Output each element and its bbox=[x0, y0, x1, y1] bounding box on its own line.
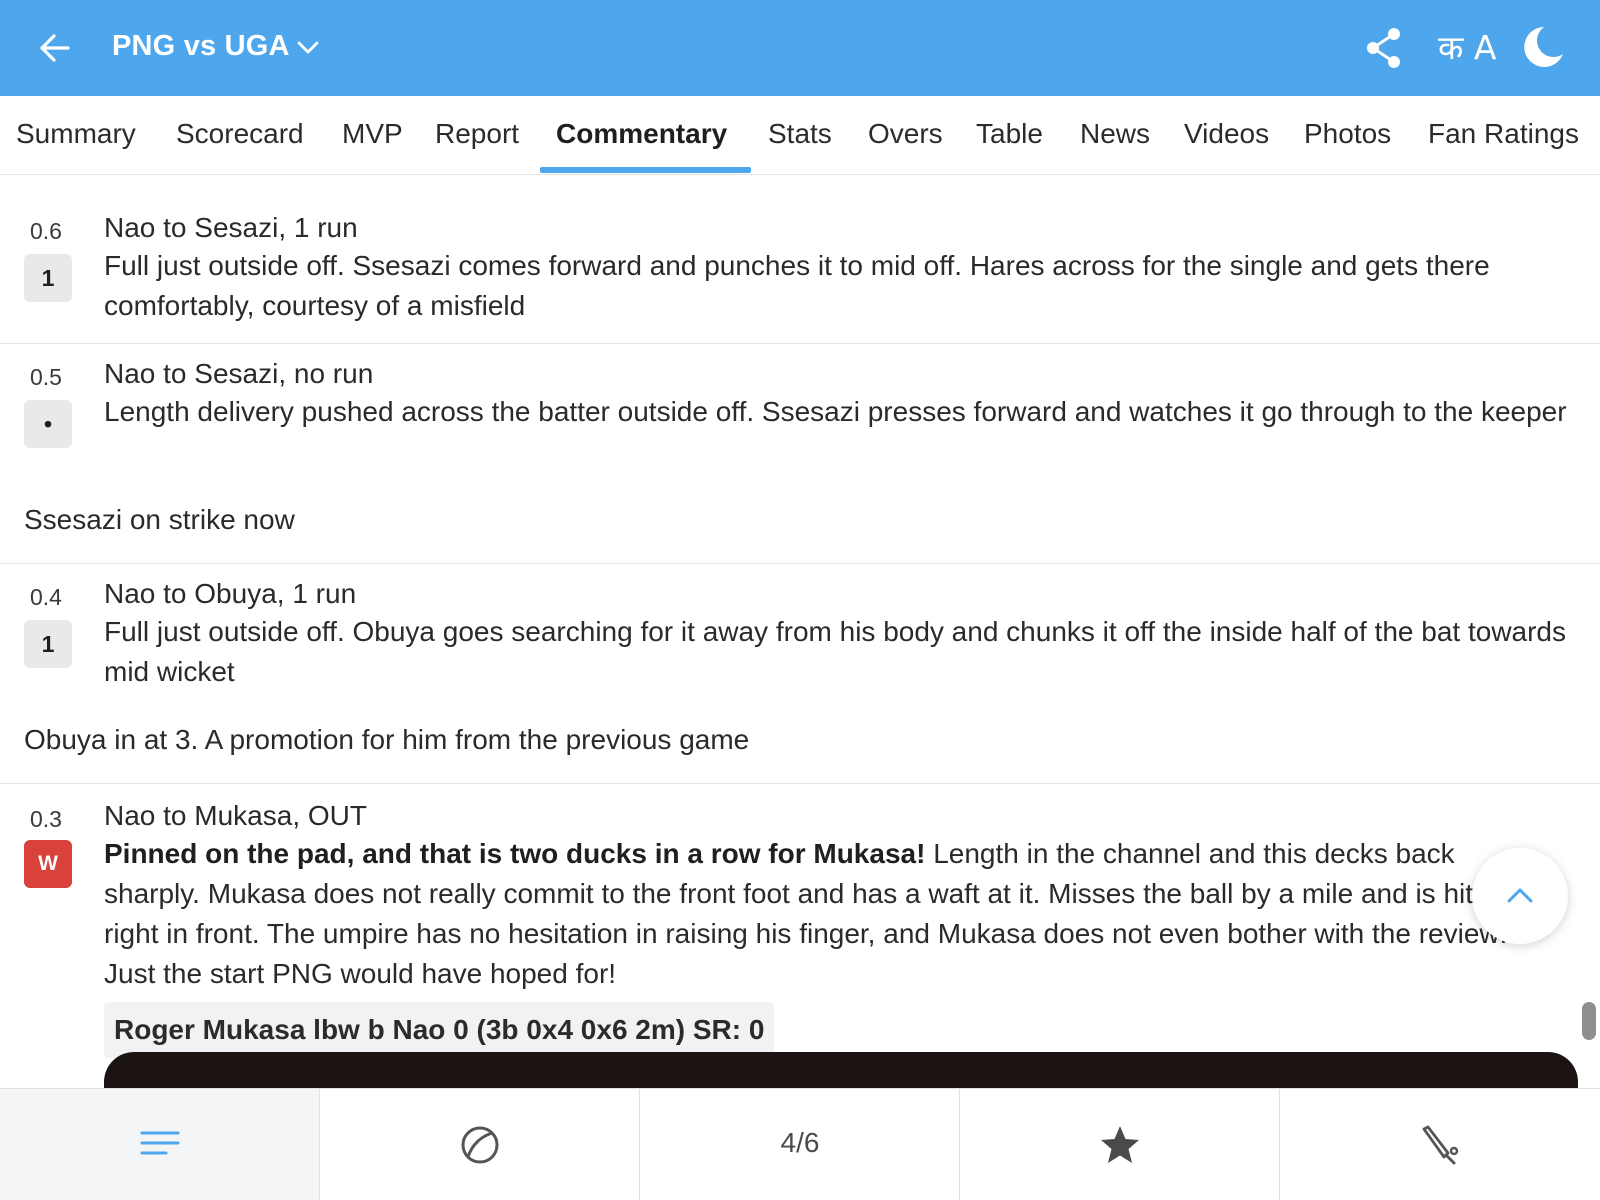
tab-videos[interactable]: Videos bbox=[1184, 96, 1269, 175]
tab-news[interactable]: News bbox=[1080, 96, 1150, 175]
over-number: 0.4 bbox=[30, 584, 62, 610]
share-icon[interactable] bbox=[1364, 26, 1404, 70]
match-tabs: Summary Scorecard MVP Report Commentary … bbox=[0, 96, 1600, 175]
moon-icon[interactable] bbox=[1520, 24, 1566, 70]
tab-fan-ratings[interactable]: Fan Ratings bbox=[1428, 96, 1579, 175]
scrollbar-thumb[interactable] bbox=[1582, 1002, 1596, 1040]
star-icon bbox=[1101, 1126, 1139, 1163]
back-arrow-icon[interactable] bbox=[34, 28, 74, 68]
chevron-up-icon bbox=[1507, 888, 1533, 903]
commentary-item: 0.6 1 Nao to Sesazi, 1 run Full just out… bbox=[0, 176, 1600, 344]
commentary-item: 0.3 W Nao to Mukasa, OUT Pinned on the p… bbox=[0, 784, 1600, 1088]
tab-photos[interactable]: Photos bbox=[1304, 96, 1391, 175]
bottom-nav: 4/6 bbox=[0, 1088, 1600, 1200]
app-bar: PNG vs UGA क A bbox=[0, 0, 1600, 96]
commentary-item: 0.4 1 Nao to Obuya, 1 run Full just outs… bbox=[0, 564, 1600, 784]
wicket-badge: W bbox=[24, 840, 72, 888]
pager-label: 4/6 bbox=[780, 1127, 820, 1158]
ball-headline: Nao to Obuya, 1 run bbox=[104, 578, 357, 609]
ball-result-badge: • bbox=[24, 400, 72, 448]
language-icon[interactable]: क A bbox=[1438, 28, 1496, 68]
key-moments-button[interactable] bbox=[960, 1089, 1280, 1200]
scroll-top-button[interactable] bbox=[1472, 848, 1568, 944]
tab-stats[interactable]: Stats bbox=[768, 96, 832, 175]
ball-result-badge: 1 bbox=[24, 620, 72, 668]
over-number: 0.5 bbox=[30, 364, 62, 390]
tab-mvp[interactable]: MVP bbox=[342, 96, 403, 175]
ball-icon bbox=[461, 1126, 499, 1164]
commentary-note: Ssesazi on strike now bbox=[24, 504, 295, 535]
ball-result-badge: 1 bbox=[24, 254, 72, 302]
commentary-list-button[interactable] bbox=[0, 1089, 320, 1200]
commentary-item: 0.5 • Nao to Sesazi, no run Length deliv… bbox=[0, 344, 1600, 564]
tab-table[interactable]: Table bbox=[976, 96, 1043, 175]
ball-description: Length delivery pushed across the batter… bbox=[104, 396, 1567, 427]
ball-view-button[interactable] bbox=[320, 1089, 640, 1200]
chevron-down-icon[interactable] bbox=[296, 38, 320, 58]
ball-description-highlight: Pinned on the pad, and that is two ducks… bbox=[104, 838, 926, 869]
tab-overs[interactable]: Overs bbox=[868, 96, 943, 175]
batting-view-button[interactable] bbox=[1280, 1089, 1600, 1200]
tab-report[interactable]: Report bbox=[435, 96, 519, 175]
ball-description: Full just outside off. Ssesazi comes for… bbox=[104, 250, 1490, 321]
bat-icon bbox=[1422, 1125, 1459, 1165]
commentary-note: Obuya in at 3. A promotion for him from … bbox=[24, 724, 750, 755]
innings-pager[interactable]: 4/6 bbox=[640, 1089, 960, 1200]
active-tab-indicator bbox=[540, 167, 751, 173]
match-title[interactable]: PNG vs UGA bbox=[112, 30, 290, 63]
over-number: 0.3 bbox=[30, 806, 62, 832]
ball-headline: Nao to Sesazi, no run bbox=[104, 358, 374, 389]
ball-description: Full just outside off. Obuya goes search… bbox=[104, 616, 1567, 687]
tab-commentary[interactable]: Commentary bbox=[556, 96, 727, 175]
over-number: 0.6 bbox=[30, 218, 62, 244]
video-thumbnail[interactable] bbox=[104, 1052, 1578, 1088]
ball-headline: Nao to Mukasa, OUT bbox=[104, 800, 367, 831]
commentary-feed[interactable]: 0.6 1 Nao to Sesazi, 1 run Full just out… bbox=[0, 176, 1600, 1088]
ball-headline: Nao to Sesazi, 1 run bbox=[104, 212, 358, 243]
tab-scorecard[interactable]: Scorecard bbox=[176, 96, 304, 175]
menu-lines-icon bbox=[140, 1131, 180, 1155]
tab-summary[interactable]: Summary bbox=[16, 96, 136, 175]
ball-description: Pinned on the pad, and that is two ducks… bbox=[104, 834, 1544, 994]
dismissal-summary: Roger Mukasa lbw b Nao 0 (3b 0x4 0x6 2m)… bbox=[104, 1002, 775, 1058]
